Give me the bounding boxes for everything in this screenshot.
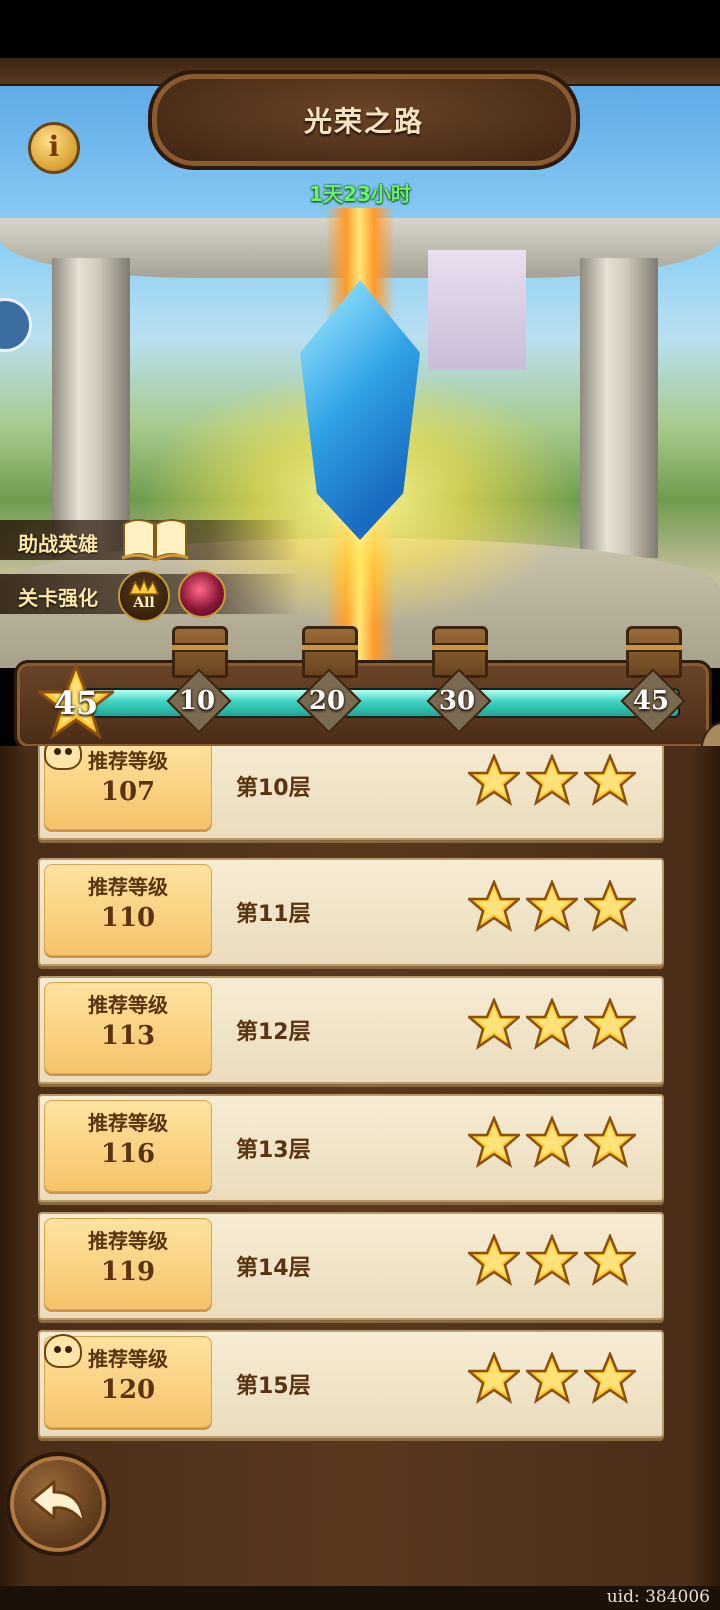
- floor-name: 第13层: [236, 1138, 311, 1163]
- skull-icon: [44, 1334, 82, 1368]
- floor-stars: [465, 878, 648, 936]
- uid-label: uid: 384006: [606, 1587, 710, 1607]
- total-stars-count: 45: [53, 684, 99, 722]
- info-icon[interactable]: i: [28, 122, 80, 174]
- assist-heroes-bar[interactable]: 助战英雄: [0, 519, 300, 562]
- recommended-level-value: 120: [100, 1375, 156, 1405]
- milestone-label: 10: [178, 686, 216, 716]
- floor-row[interactable]: 推荐等级 110 第11层: [38, 858, 664, 966]
- star-icon: [465, 752, 523, 806]
- stage-buff-bar[interactable]: 关卡强化 All: [0, 570, 300, 622]
- floor-stars: [465, 1232, 648, 1290]
- event-timer: 1天23小时: [309, 182, 411, 206]
- star-icon: [523, 1232, 581, 1286]
- floor-name: 第12层: [236, 1020, 311, 1045]
- buff-icon[interactable]: [178, 570, 226, 618]
- assist-heroes-label: 助战英雄: [18, 532, 98, 556]
- star-icon: [581, 1350, 639, 1404]
- recommended-level-tag: 推荐等级 113: [44, 982, 212, 1074]
- floor-stars: [465, 996, 648, 1054]
- floor-list[interactable]: 推荐等级 107 第10层 推荐等级 110 第11层 推荐等级 113 第12层 推荐等级 116…: [0, 746, 720, 1586]
- recommended-level-label: 推荐等级: [88, 1111, 168, 1135]
- recommended-level-tag: 推荐等级 116: [44, 1100, 212, 1192]
- star-icon: [581, 996, 639, 1050]
- milestone-2[interactable]: 20: [296, 626, 362, 746]
- floor-name: 第10层: [236, 776, 311, 801]
- star-icon: [523, 1350, 581, 1404]
- star-icon: [465, 1350, 523, 1404]
- recommended-level-tag: 推荐等级 110: [44, 864, 212, 956]
- pillar-right: [580, 258, 658, 558]
- book-icon[interactable]: [120, 514, 190, 562]
- floor-row[interactable]: 推荐等级 120 第15层: [38, 1330, 664, 1438]
- pillar-left: [52, 258, 130, 558]
- star-icon: [465, 1232, 523, 1286]
- star-icon: [581, 1232, 639, 1286]
- star-icon: [465, 878, 523, 932]
- crown-icon[interactable]: All: [118, 570, 170, 622]
- star-icon: [523, 878, 581, 932]
- recommended-level-value: 116: [100, 1139, 156, 1169]
- floor-row[interactable]: 推荐等级 113 第12层: [38, 976, 664, 1084]
- floor-stars: [465, 752, 648, 810]
- recommended-level-value: 110: [100, 903, 156, 933]
- milestone-label: 30: [438, 686, 476, 716]
- milestone-1[interactable]: 10: [166, 626, 232, 746]
- star-icon: [523, 996, 581, 1050]
- floor-name: 第14层: [236, 1256, 311, 1281]
- floor-row[interactable]: 推荐等级 119 第14层: [38, 1212, 664, 1320]
- star-icon: [523, 752, 581, 806]
- star-icon: [465, 996, 523, 1050]
- recommended-level-label: 推荐等级: [88, 1229, 168, 1253]
- castle-decoration: [428, 250, 526, 370]
- floor-name: 第15层: [236, 1374, 311, 1399]
- star-icon: [581, 878, 639, 932]
- recommended-level-tag: 推荐等级 119: [44, 1218, 212, 1310]
- star-icon: [523, 1114, 581, 1168]
- floor-row[interactable]: 推荐等级 107 第10层: [38, 746, 664, 840]
- floor-stars: [465, 1350, 648, 1408]
- floor-stars: [465, 1114, 648, 1172]
- recommended-level-label: 推荐等级: [88, 875, 168, 899]
- recommended-level-value: 107: [100, 777, 156, 807]
- milestone-label: 45: [632, 686, 670, 716]
- milestone-label: 20: [308, 686, 346, 716]
- milestone-3[interactable]: 30: [426, 626, 492, 746]
- recommended-level-value: 113: [100, 1021, 156, 1051]
- back-arrow-icon: [30, 1480, 86, 1526]
- page-title: 光荣之路: [303, 105, 424, 138]
- stage-buff-label: 关卡强化: [18, 586, 98, 610]
- star-icon: [581, 752, 639, 806]
- skull-icon: [44, 746, 82, 770]
- floor-row[interactable]: 推荐等级 116 第13层: [38, 1094, 664, 1202]
- back-button[interactable]: [6, 1452, 110, 1556]
- recommended-level-value: 119: [100, 1257, 156, 1287]
- floor-name: 第11层: [236, 902, 311, 927]
- crown-badge-text: All: [133, 595, 155, 611]
- recommended-level-label: 推荐等级: [88, 993, 168, 1017]
- star-icon: [465, 1114, 523, 1168]
- milestone-4[interactable]: 45: [620, 626, 686, 746]
- star-icon: [581, 1114, 639, 1168]
